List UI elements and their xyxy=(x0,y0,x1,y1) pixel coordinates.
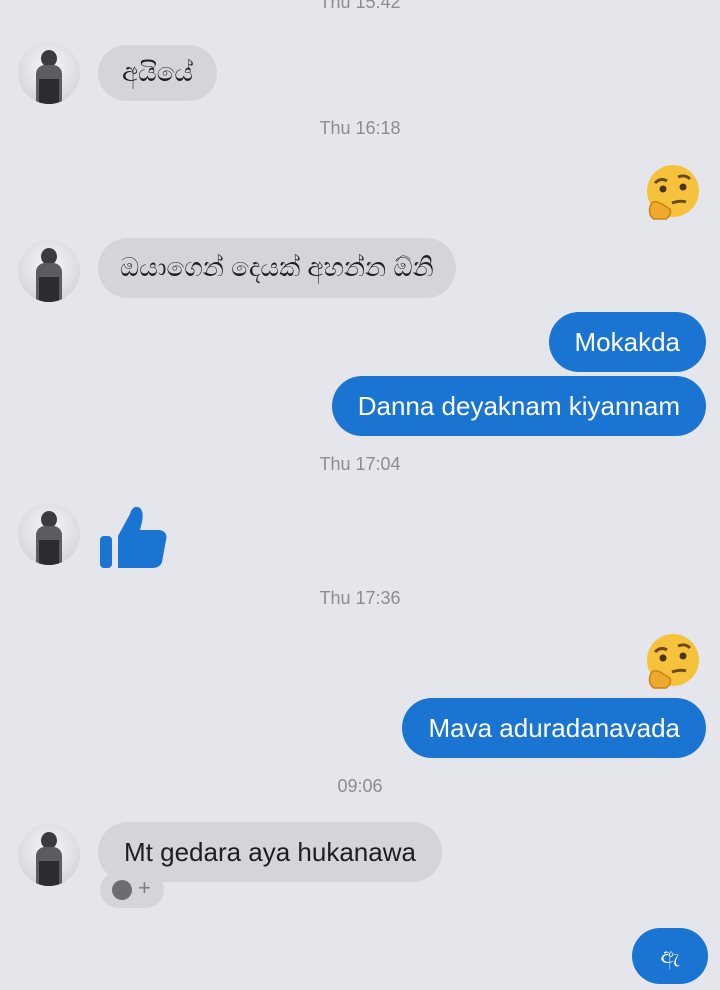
timestamp: Thu 17:36 xyxy=(319,588,401,608)
message-text: Mava aduradanavada xyxy=(428,712,680,743)
plus-icon: + xyxy=(138,875,151,900)
timestamp-top: Thu 15:42 xyxy=(319,0,401,12)
avatar[interactable] xyxy=(18,824,80,886)
avatar[interactable] xyxy=(18,42,80,104)
outgoing-message-bubble[interactable]: Danna deyaknam kiyannam xyxy=(331,376,706,436)
incoming-message-bubble[interactable]: ඔයාගෙන් දෙයක් අහන්න ඕනි xyxy=(98,238,456,298)
timestamp: Thu 17:04 xyxy=(319,454,401,474)
message-text: ඔයාගෙන් දෙයක් අහන්න ඕනි xyxy=(120,252,434,282)
reaction-face-icon xyxy=(112,880,132,900)
message-text: Mokakda xyxy=(574,326,681,357)
timestamp: 09:06 xyxy=(337,776,383,796)
message-text: Mt gedara aya hukanawa xyxy=(124,836,416,867)
thumbs-up-icon[interactable] xyxy=(96,500,172,572)
thinking-face-emoji-icon[interactable] xyxy=(642,632,704,694)
add-reaction-button[interactable]: + xyxy=(100,872,164,908)
outgoing-message-bubble[interactable]: Mava aduradanavada xyxy=(402,698,706,758)
avatar[interactable] xyxy=(18,240,80,302)
outgoing-message-bubble[interactable]: Mokakda xyxy=(548,312,706,372)
avatar[interactable] xyxy=(18,503,80,565)
send-button-label: ඇ xyxy=(660,943,680,969)
send-button[interactable]: ඇ xyxy=(632,928,708,984)
message-text: Danna deyaknam kiyannam xyxy=(357,390,680,421)
timestamp: Thu 16:18 xyxy=(319,118,401,138)
message-text: අයියේ xyxy=(122,57,194,87)
thinking-face-emoji-icon[interactable] xyxy=(642,163,704,225)
incoming-message-bubble[interactable]: අයියේ xyxy=(98,45,218,101)
